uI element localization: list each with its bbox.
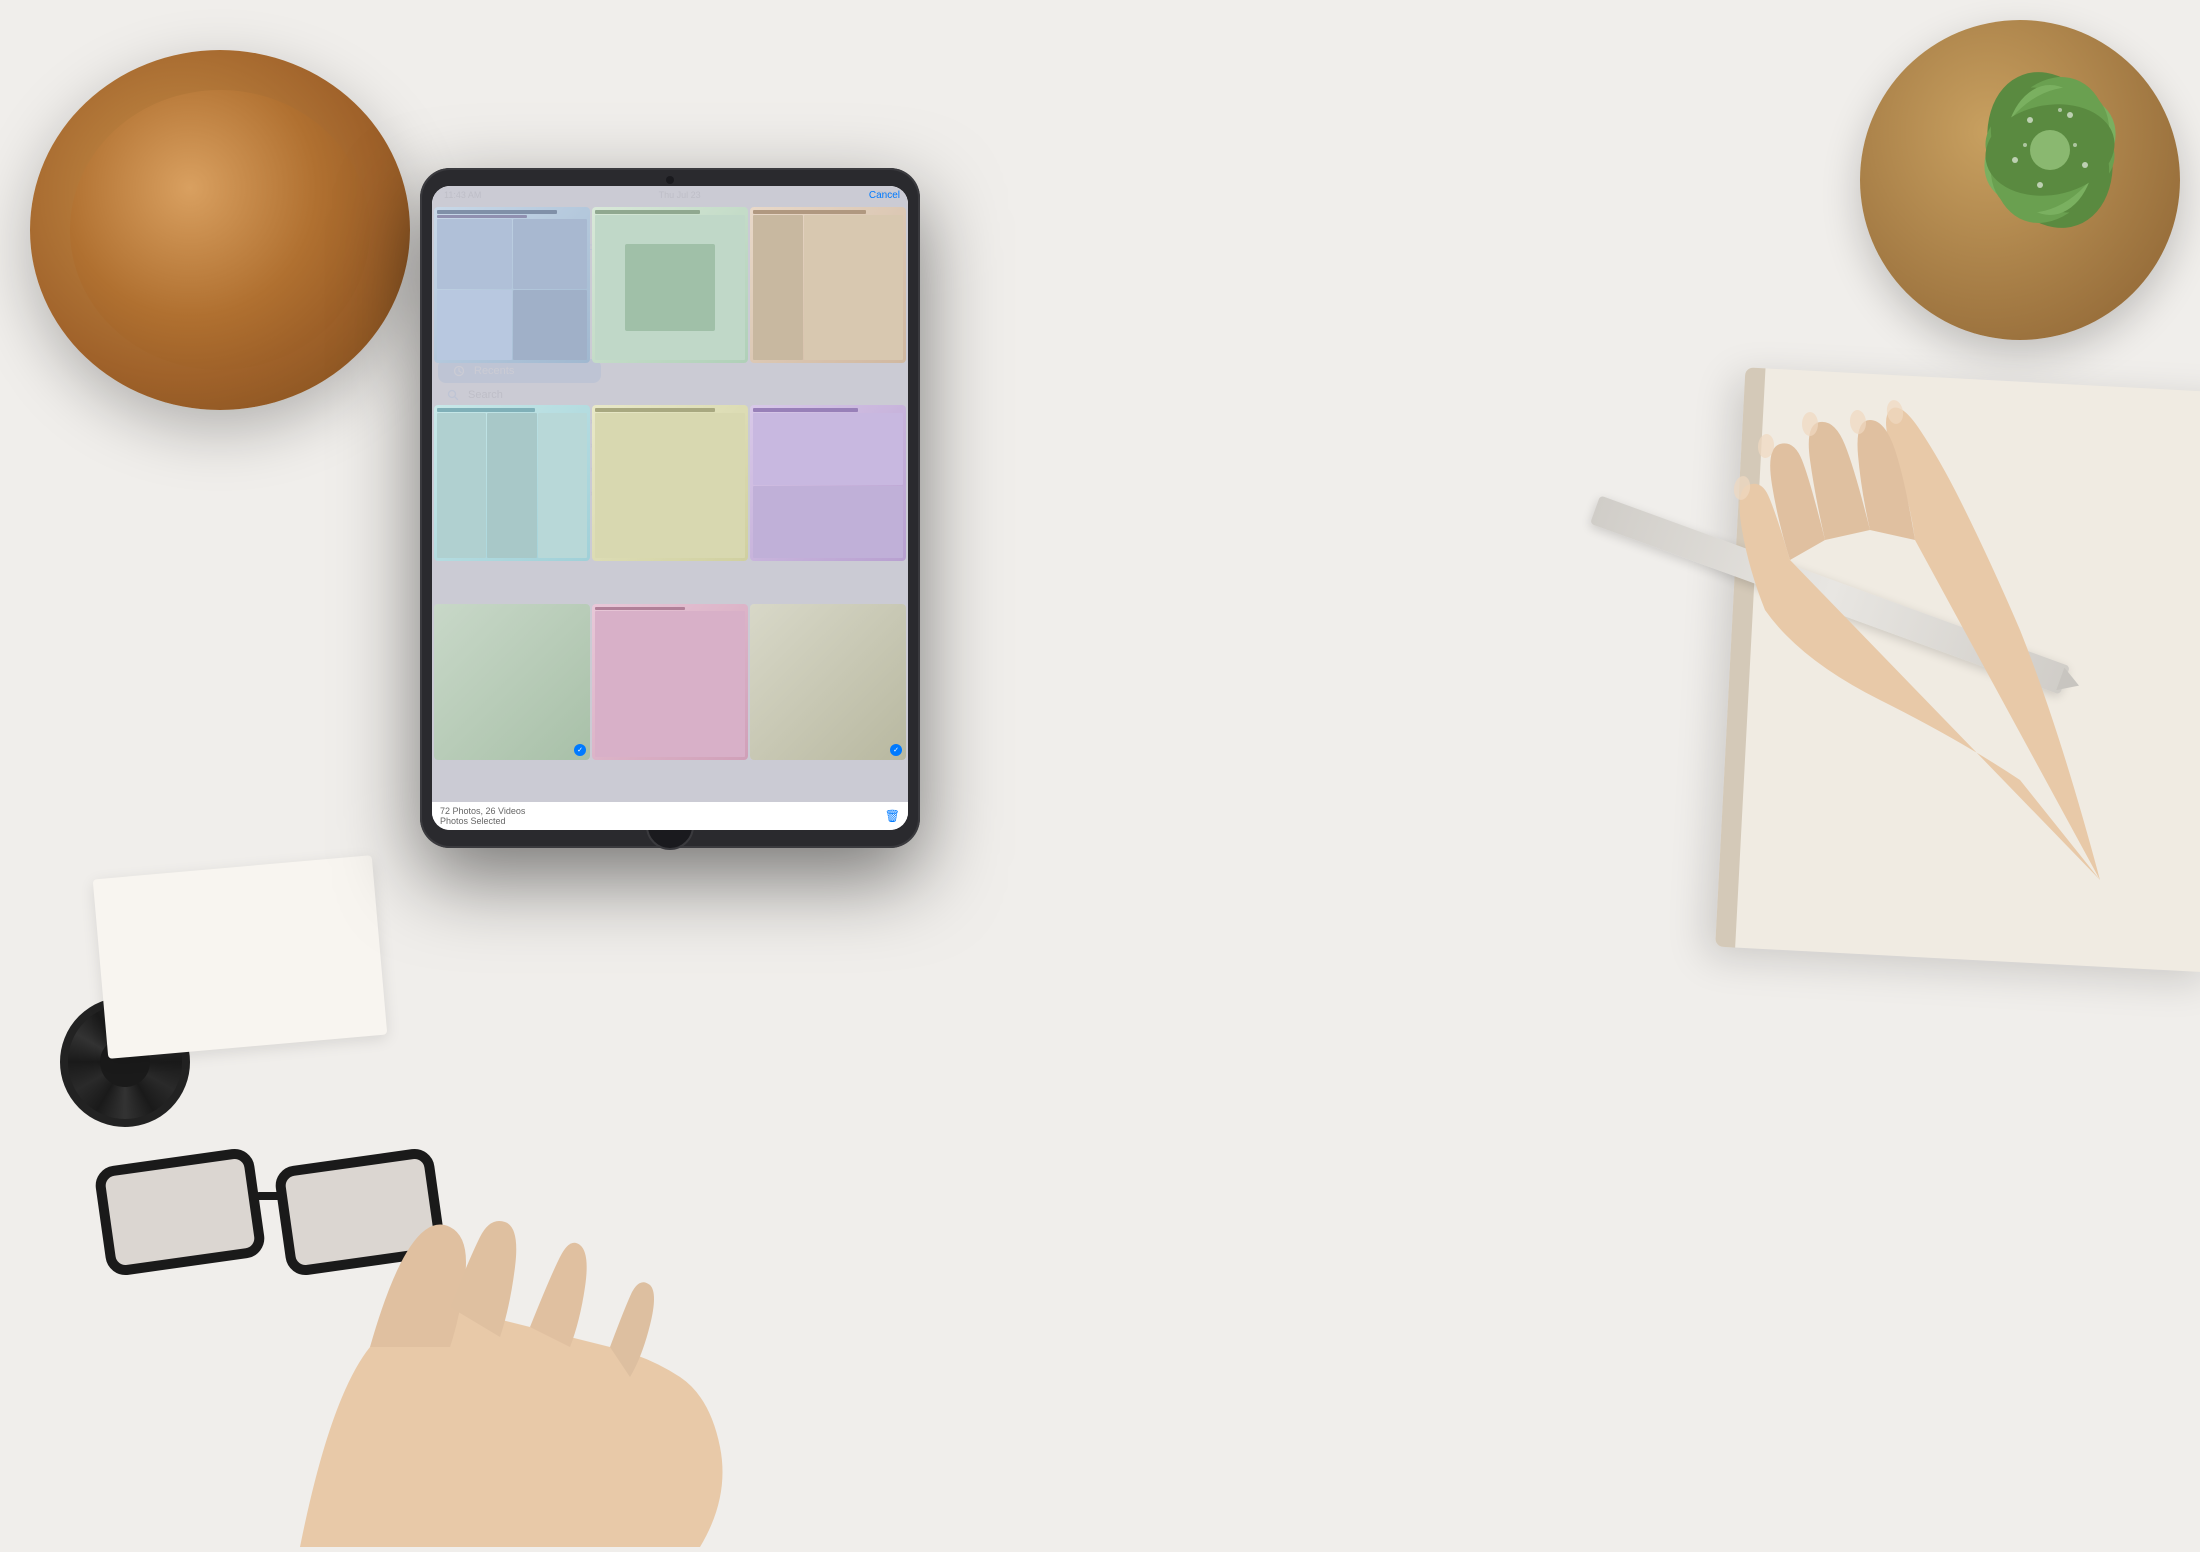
ipad-main-content: Photos Edit Library	[432, 204, 908, 830]
right-hand	[1500, 180, 2100, 880]
ipad-screen: 11:43 AM Thu Jul 23 70% Photos Edit	[432, 186, 908, 830]
left-hand	[250, 1097, 750, 1547]
app-switcher-grid: ✓	[607, 205, 908, 802]
bowl-interior	[70, 90, 370, 370]
glasses-left-lens	[93, 1146, 267, 1277]
app-switcher-overlay: Cancel	[607, 204, 908, 830]
wooden-bowl	[30, 50, 410, 410]
envelope	[93, 855, 388, 1059]
ipad-device: 11:43 AM Thu Jul 23 70% Photos Edit	[420, 168, 920, 848]
trash-icon[interactable]: 🗑	[885, 809, 900, 823]
photo-status-bar: 72 Photos, 26 Videos Photos Selected 🗑	[607, 802, 908, 830]
switcher-thumb-9[interactable]: ✓	[750, 604, 906, 760]
photo-main-area: Cancel	[607, 204, 908, 830]
switcher-thumb-8[interactable]	[607, 604, 748, 760]
switcher-thumb-3[interactable]	[750, 207, 906, 363]
ipad-camera	[666, 176, 674, 184]
switcher-thumb-5[interactable]	[607, 405, 748, 561]
switcher-thumb-6[interactable]	[750, 405, 906, 561]
switcher-thumb-2[interactable]	[607, 207, 748, 363]
